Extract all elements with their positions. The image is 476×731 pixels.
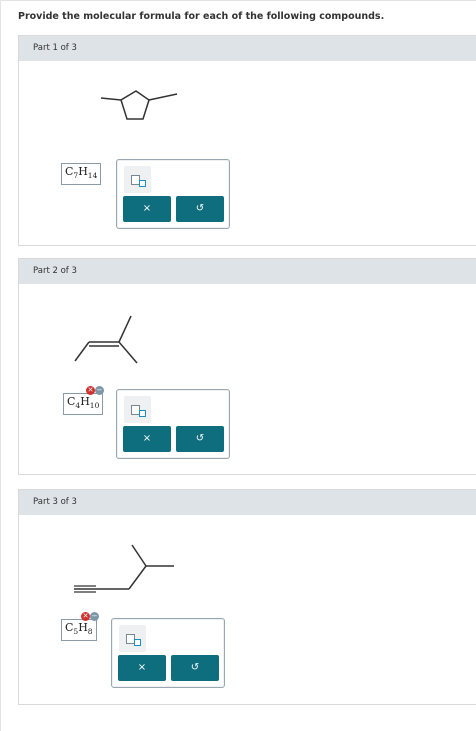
subscript-template-button[interactable] [124,166,151,193]
template-subscript-icon [139,180,146,187]
info-icon[interactable]: − [90,612,99,621]
undo-button[interactable]: ↺ [171,655,219,681]
part-3-title: Part 3 of 3 [19,490,476,515]
structure-methylcyclopentane [100,90,178,120]
incorrect-icon: ✕ [81,612,90,621]
hydrogen-count: 14 [87,171,98,181]
template-subscript-icon [134,639,141,646]
hydrogen-count: 10 [89,401,100,411]
carbon-count: 5 [73,627,79,637]
template-subscript-icon [139,410,146,417]
question-prompt: Provide the molecular formula for each o… [18,11,385,22]
part-1-title: Part 1 of 3 [19,36,476,61]
subscript-template-button[interactable] [124,396,151,423]
carbon-count: 4 [75,401,81,411]
answer-tool-panel: × ↺ [111,618,225,688]
info-icon[interactable]: − [95,386,104,395]
incorrect-icon: ✕ [86,386,95,395]
answer-tool-panel: × ↺ [116,389,230,459]
carbon-count: 7 [73,171,79,181]
hydrogen-count: 8 [87,627,93,637]
structure-4-methyl-1-pentyne [74,544,174,593]
clear-button[interactable]: × [123,196,171,222]
part-2-section: Part 2 of 3 C4H10 ✕ − × ↺ [18,258,476,475]
part-3-section: Part 3 of 3 C5H8 ✕ − × ↺ [18,489,476,705]
part-1-section: Part 1 of 3 C7H14 × ↺ [18,35,476,246]
formula-answer-box[interactable]: C4H10 [63,393,104,416]
undo-button[interactable]: ↺ [176,426,224,452]
subscript-template-button[interactable] [119,625,146,652]
structure-2-methyl-2-butene [74,315,138,364]
clear-button[interactable]: × [123,426,171,452]
undo-button[interactable]: ↺ [176,196,224,222]
formula-answer-box[interactable]: C7H14 [61,163,102,186]
formula-answer-box[interactable]: C5H8 [61,619,97,642]
answer-tool-panel: × ↺ [116,159,230,229]
part-2-title: Part 2 of 3 [19,259,476,284]
clear-button[interactable]: × [118,655,166,681]
